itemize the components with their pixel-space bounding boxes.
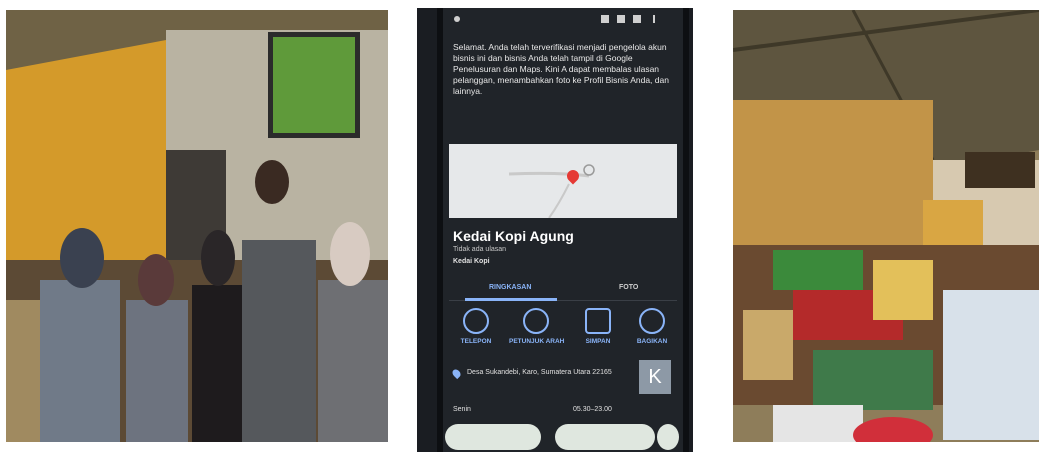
address-text: Desa Sukandebi, Karo, Sumatera Utara 221… <box>467 369 612 376</box>
share-button[interactable]: BAGIKAN <box>625 308 679 345</box>
address-row[interactable]: Desa Sukandebi, Karo, Sumatera Utara 221… <box>450 367 647 380</box>
business-category: Kedai Kopi <box>453 258 490 265</box>
verification-message: Selamat. Anda telah terverifikasi menjad… <box>453 42 669 96</box>
tab-photos[interactable]: FOTO <box>619 284 638 291</box>
bottom-button-right[interactable] <box>555 424 655 450</box>
call-button[interactable]: TELEPON <box>449 308 503 345</box>
map-route <box>508 164 595 219</box>
bottom-button-left[interactable] <box>445 424 541 450</box>
group-photo <box>6 10 388 442</box>
shop-illustration <box>733 10 1039 442</box>
profile-tabs: RINGKASAN FOTO <box>449 278 677 301</box>
tab-overview[interactable]: RINGKASAN <box>489 284 531 291</box>
phone-photo: Selamat. Anda telah terverifikasi menjad… <box>417 8 693 452</box>
save-label: SIMPAN <box>585 338 611 345</box>
bookmark-icon <box>585 308 611 334</box>
bottom-round-button[interactable] <box>657 424 679 450</box>
share-icon <box>639 308 665 334</box>
phone-screen: Selamat. Anda telah terverifikasi menjad… <box>437 8 689 452</box>
business-name: Kedai Kopi Agung <box>453 228 574 244</box>
hours-day: Senin <box>453 406 471 413</box>
business-logo: K <box>639 360 671 394</box>
phone-icon <box>463 308 489 334</box>
directions-icon <box>523 308 549 334</box>
action-row: TELEPON PETUNJUK ARAH SIMPAN BAGIKAN <box>449 308 683 352</box>
directions-label: PETUNJUK ARAH <box>509 338 565 345</box>
location-pin-icon <box>450 367 463 380</box>
share-label: BAGIKAN <box>636 338 668 345</box>
save-button[interactable]: SIMPAN <box>571 308 625 345</box>
call-label: TELEPON <box>460 338 492 345</box>
review-count: Tidak ada ulasan <box>453 246 507 253</box>
shop-interior-photo <box>733 10 1039 442</box>
active-tab-indicator <box>465 298 557 301</box>
hours-time: 05.30–23.00 <box>573 406 612 413</box>
status-bar <box>443 8 683 30</box>
group-photo-illustration <box>6 10 388 442</box>
directions-button[interactable]: PETUNJUK ARAH <box>509 308 565 345</box>
map-preview[interactable] <box>449 144 677 219</box>
status-icons <box>454 15 655 23</box>
hours-row[interactable]: Senin 05.30–23.00 <box>453 406 673 413</box>
